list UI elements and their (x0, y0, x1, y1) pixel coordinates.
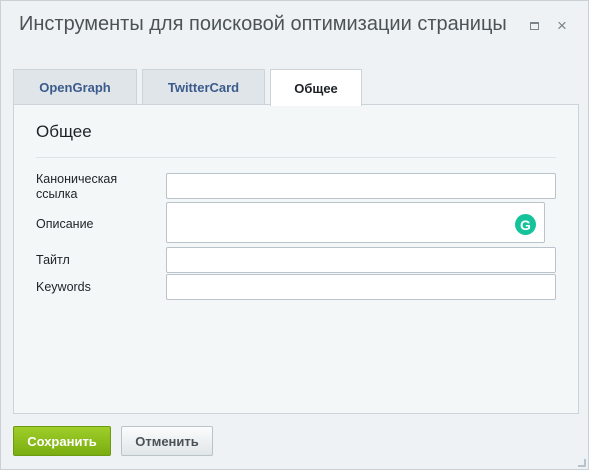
keywords-input[interactable] (166, 274, 556, 300)
description-label: Описание (36, 217, 94, 231)
tab-opengraph[interactable]: OpenGraph (13, 69, 137, 105)
tab-general[interactable]: Общее (270, 69, 362, 106)
tab-panel-general: Общее Каноническая ссылка Описание G Тай… (13, 104, 579, 414)
tab-twittercard[interactable]: TwitterCard (142, 69, 265, 105)
close-icon[interactable]: × (554, 17, 570, 34)
cancel-button[interactable]: Отменить (121, 426, 213, 456)
canonical-link-label-line1: Каноническая (36, 172, 118, 186)
canonical-link-input[interactable] (166, 173, 556, 199)
save-button[interactable]: Сохранить (13, 426, 111, 456)
grammarly-icon[interactable]: G (515, 214, 536, 235)
canonical-link-label-line2: ссылка (36, 187, 78, 201)
keywords-label: Keywords (36, 280, 91, 294)
maximize-icon[interactable] (526, 18, 542, 34)
description-textarea[interactable]: G (166, 202, 545, 243)
dialog-titlebar[interactable]: Инструменты для поисковой оптимизации ст… (1, 1, 588, 51)
title-input[interactable] (166, 247, 556, 273)
resize-grip[interactable] (578, 459, 586, 467)
canonical-link-label: Каноническая ссылка (36, 172, 117, 202)
divider (36, 157, 556, 158)
dialog-title: Инструменты для поисковой оптимизации ст… (19, 13, 507, 35)
title-label: Тайтл (36, 253, 70, 267)
seo-tools-dialog: Инструменты для поисковой оптимизации ст… (0, 0, 589, 470)
panel-title: Общее (36, 122, 92, 141)
